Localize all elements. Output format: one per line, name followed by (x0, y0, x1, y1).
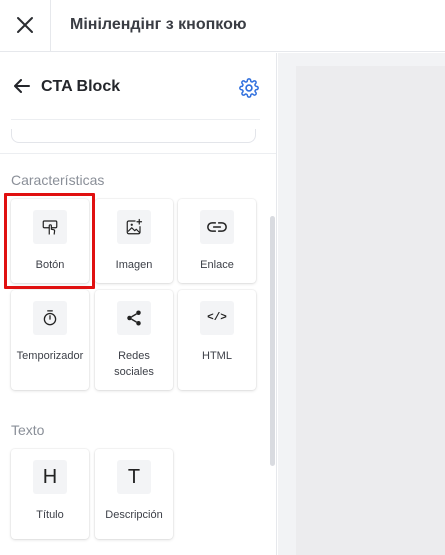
code-icon: </> (207, 312, 227, 324)
back-button[interactable] (13, 77, 31, 95)
stopwatch-icon (43, 310, 57, 326)
tile-imagen[interactable]: Imagen (95, 199, 173, 283)
editor-canvas[interactable] (278, 53, 445, 555)
tile-label-line-2: sociales (114, 366, 154, 378)
tile-icon-box (33, 301, 67, 335)
panel-title: CTA Block (41, 78, 121, 95)
blocks-panel: CTA Block Características Botón Imagen E… (0, 53, 277, 555)
page-title: Мінілендінг з кнопкою (70, 16, 247, 33)
tile-icon-box: H (33, 460, 67, 494)
arrow-left-icon (14, 79, 30, 93)
tile-icon-box (117, 210, 151, 244)
section-label-text: Texto (11, 422, 45, 438)
tile-icon-box: T (117, 460, 151, 494)
tile-descripcion[interactable]: T Descripción (95, 449, 173, 539)
previous-block-card[interactable] (11, 129, 256, 143)
tile-titulo[interactable]: H Título (11, 449, 89, 539)
tile-temporizador[interactable]: Temporizador (11, 290, 89, 390)
tile-label: Botón (35, 259, 65, 271)
text-icon: T (127, 465, 141, 488)
share-icon (127, 310, 141, 326)
tile-boton[interactable]: Botón (11, 199, 89, 283)
close-icon (17, 17, 33, 33)
image-add-icon (126, 218, 143, 235)
topbar-divider (50, 0, 51, 52)
link-icon (207, 222, 227, 232)
tile-label: Imagen (115, 259, 153, 271)
tile-label: HTML (202, 350, 232, 362)
close-button[interactable] (12, 12, 38, 38)
settings-button[interactable] (238, 77, 260, 99)
tile-redes-sociales[interactable]: Redes sociales (95, 290, 173, 390)
tile-label: Descripción (105, 509, 163, 521)
tile-label-line-1: Redes (118, 350, 150, 362)
tile-enlace[interactable]: Enlace (178, 199, 256, 283)
tile-html[interactable]: </> HTML (178, 290, 256, 390)
tile-label: Título (36, 509, 64, 521)
gear-icon (239, 78, 259, 98)
panel-header: CTA Block (0, 53, 276, 119)
tile-icon-box (200, 210, 234, 244)
canvas-page[interactable] (296, 66, 445, 555)
tile-icon-box (33, 210, 67, 244)
tile-label: Enlace (200, 259, 234, 271)
panel-scrollbar[interactable] (270, 216, 275, 466)
top-bar: Мінілендінг з кнопкою (0, 0, 445, 52)
tile-icon-box (117, 301, 151, 335)
heading-icon: H (42, 465, 58, 488)
section-label-features: Características (11, 172, 105, 188)
tile-label: Temporizador (16, 350, 84, 362)
tile-icon-box: </> (200, 301, 234, 335)
section-divider (0, 153, 276, 154)
tap-icon (42, 220, 58, 235)
header-divider (11, 119, 260, 120)
